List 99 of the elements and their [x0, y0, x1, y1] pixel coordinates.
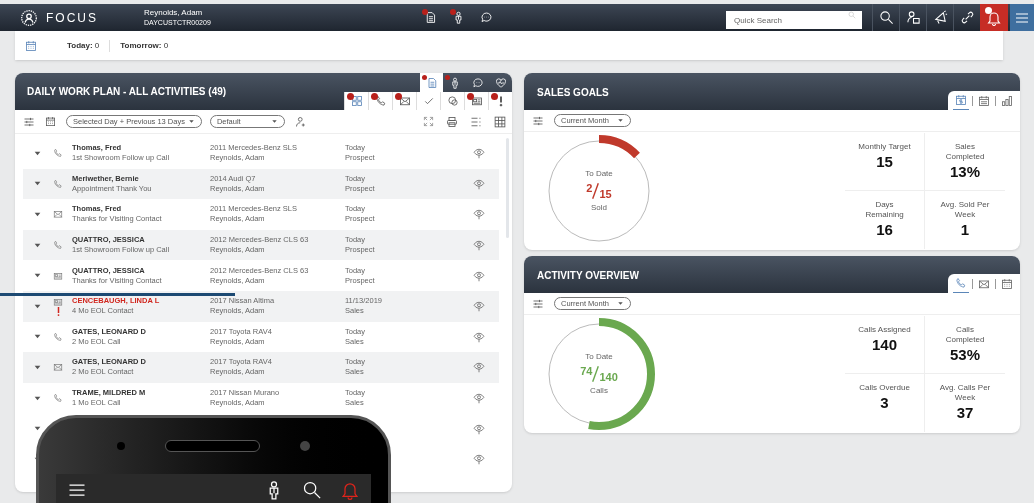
chat-bubble-icon [480, 11, 494, 24]
search-icon [878, 10, 894, 25]
search-icon [848, 10, 856, 19]
eye-icon[interactable] [473, 422, 485, 435]
gauge-unit: Sold [591, 202, 607, 214]
gauge-fraction: 2 15 [586, 180, 612, 202]
summary-count: Tomorrow: 0 [109, 39, 169, 52]
phone-icon [53, 240, 63, 251]
envelope-icon [53, 362, 63, 373]
stat-label: Calls Overdue [858, 383, 911, 393]
stat-value: 3 [880, 393, 889, 413]
phone-icon [53, 393, 63, 404]
id-card-icon [470, 95, 483, 107]
quick-search-field[interactable]: Quick Search [726, 11, 862, 29]
alerts-button[interactable] [980, 4, 1008, 31]
phone-icon [53, 148, 63, 159]
dropdown-arrow-icon [616, 300, 624, 307]
gauge-fraction: 74 140 [580, 363, 618, 385]
dropdown-arrow-icon [270, 118, 278, 125]
gauge-label: To Date [585, 351, 613, 363]
eye-icon[interactable] [473, 300, 485, 313]
panel-title: SALES GOALS [537, 86, 609, 100]
stat-label: Avg. Sold Per Week [939, 200, 991, 220]
filter-icon[interactable] [532, 297, 544, 310]
eye-icon[interactable] [473, 147, 485, 160]
user-card-icon [905, 10, 921, 25]
stat-label: Calls Assigned [857, 325, 912, 335]
app-name: FOCUS [46, 9, 98, 27]
phone-icon [53, 331, 63, 342]
eye-icon[interactable] [473, 330, 485, 343]
panel-title: DAILY WORK PLAN - ALL ACTIVITIES (49) [27, 85, 227, 99]
fraction-slash-icon [592, 180, 600, 202]
summary-count: Today: 0 [67, 39, 100, 52]
stat-value: 37 [956, 403, 974, 423]
megaphone-icon [932, 10, 948, 25]
stat-value: 53% [950, 345, 980, 365]
eye-icon[interactable] [473, 361, 485, 374]
fraction-slash-icon [592, 363, 600, 385]
stat-value: 13% [950, 162, 980, 182]
dropdown-arrow-icon [616, 117, 624, 124]
eye-icon[interactable] [473, 177, 485, 190]
phone-icon [955, 277, 967, 289]
logo-icon [20, 8, 38, 27]
bar-chart-icon [1001, 94, 1013, 107]
calendar-dollar-icon [955, 94, 967, 106]
stat-label: Avg. Calls Per Week [938, 383, 992, 403]
panel-title: ACTIVITY OVERVIEW [537, 269, 639, 283]
phone-sensor [117, 442, 125, 450]
stat-label: Monthly Target [857, 142, 912, 152]
checkmark-icon [422, 95, 435, 107]
document-icon [424, 11, 438, 24]
menu-button[interactable] [1010, 4, 1034, 31]
id-card-icon [53, 270, 63, 281]
eye-icon[interactable] [473, 239, 485, 252]
document-icon [425, 76, 438, 89]
envelope-icon [398, 95, 411, 107]
eye-icon[interactable] [473, 392, 485, 405]
phone-camera [300, 441, 310, 451]
filter-icon[interactable] [532, 114, 544, 127]
phone-icon [374, 95, 387, 107]
dropdown-arrow-icon [187, 118, 195, 125]
app-bar-button[interactable] [301, 479, 323, 501]
add-person-icon[interactable] [294, 115, 307, 128]
stat-label: Days Remaining [864, 200, 905, 220]
grid-view-icon[interactable] [494, 115, 506, 128]
overlapping-circles-icon [446, 95, 459, 107]
filter-icon[interactable] [23, 115, 35, 128]
eye-icon[interactable] [473, 269, 485, 282]
stat-value: 16 [876, 220, 893, 240]
chat-bubble-icon [471, 76, 484, 89]
stat-value: 140 [872, 335, 897, 355]
link-icon [959, 10, 975, 25]
stat-label: Sales Completed [944, 142, 986, 162]
phone-icon [53, 178, 63, 189]
expand-icon[interactable] [423, 115, 434, 127]
gauge-unit: Calls [590, 385, 608, 397]
grid-icon [350, 95, 363, 107]
calendar-icon[interactable] [25, 39, 37, 52]
calendar-icon [1001, 277, 1013, 290]
stat-value: 15 [876, 152, 893, 172]
envelope-icon [978, 277, 990, 290]
user-name: Reynolds, Adam [144, 7, 204, 18]
calendar-icon[interactable] [45, 116, 56, 127]
stat-value: 1 [960, 220, 970, 240]
caret-icon[interactable] [33, 210, 42, 219]
panel-tab[interactable] [420, 73, 443, 92]
printer-icon[interactable] [446, 115, 458, 128]
eye-icon[interactable] [473, 208, 485, 221]
calendar-week-icon [978, 94, 990, 107]
eye-icon[interactable] [473, 453, 485, 466]
bell-icon [340, 480, 360, 500]
search-icon [302, 480, 322, 500]
heart-pulse-icon [494, 76, 507, 89]
id-card-icon [53, 296, 63, 307]
stat-label: Calls Completed [944, 325, 986, 345]
bell-icon [986, 9, 1002, 26]
gauge-label: To Date [585, 168, 613, 180]
list-icon[interactable] [470, 115, 482, 128]
envelope-icon [53, 209, 63, 220]
